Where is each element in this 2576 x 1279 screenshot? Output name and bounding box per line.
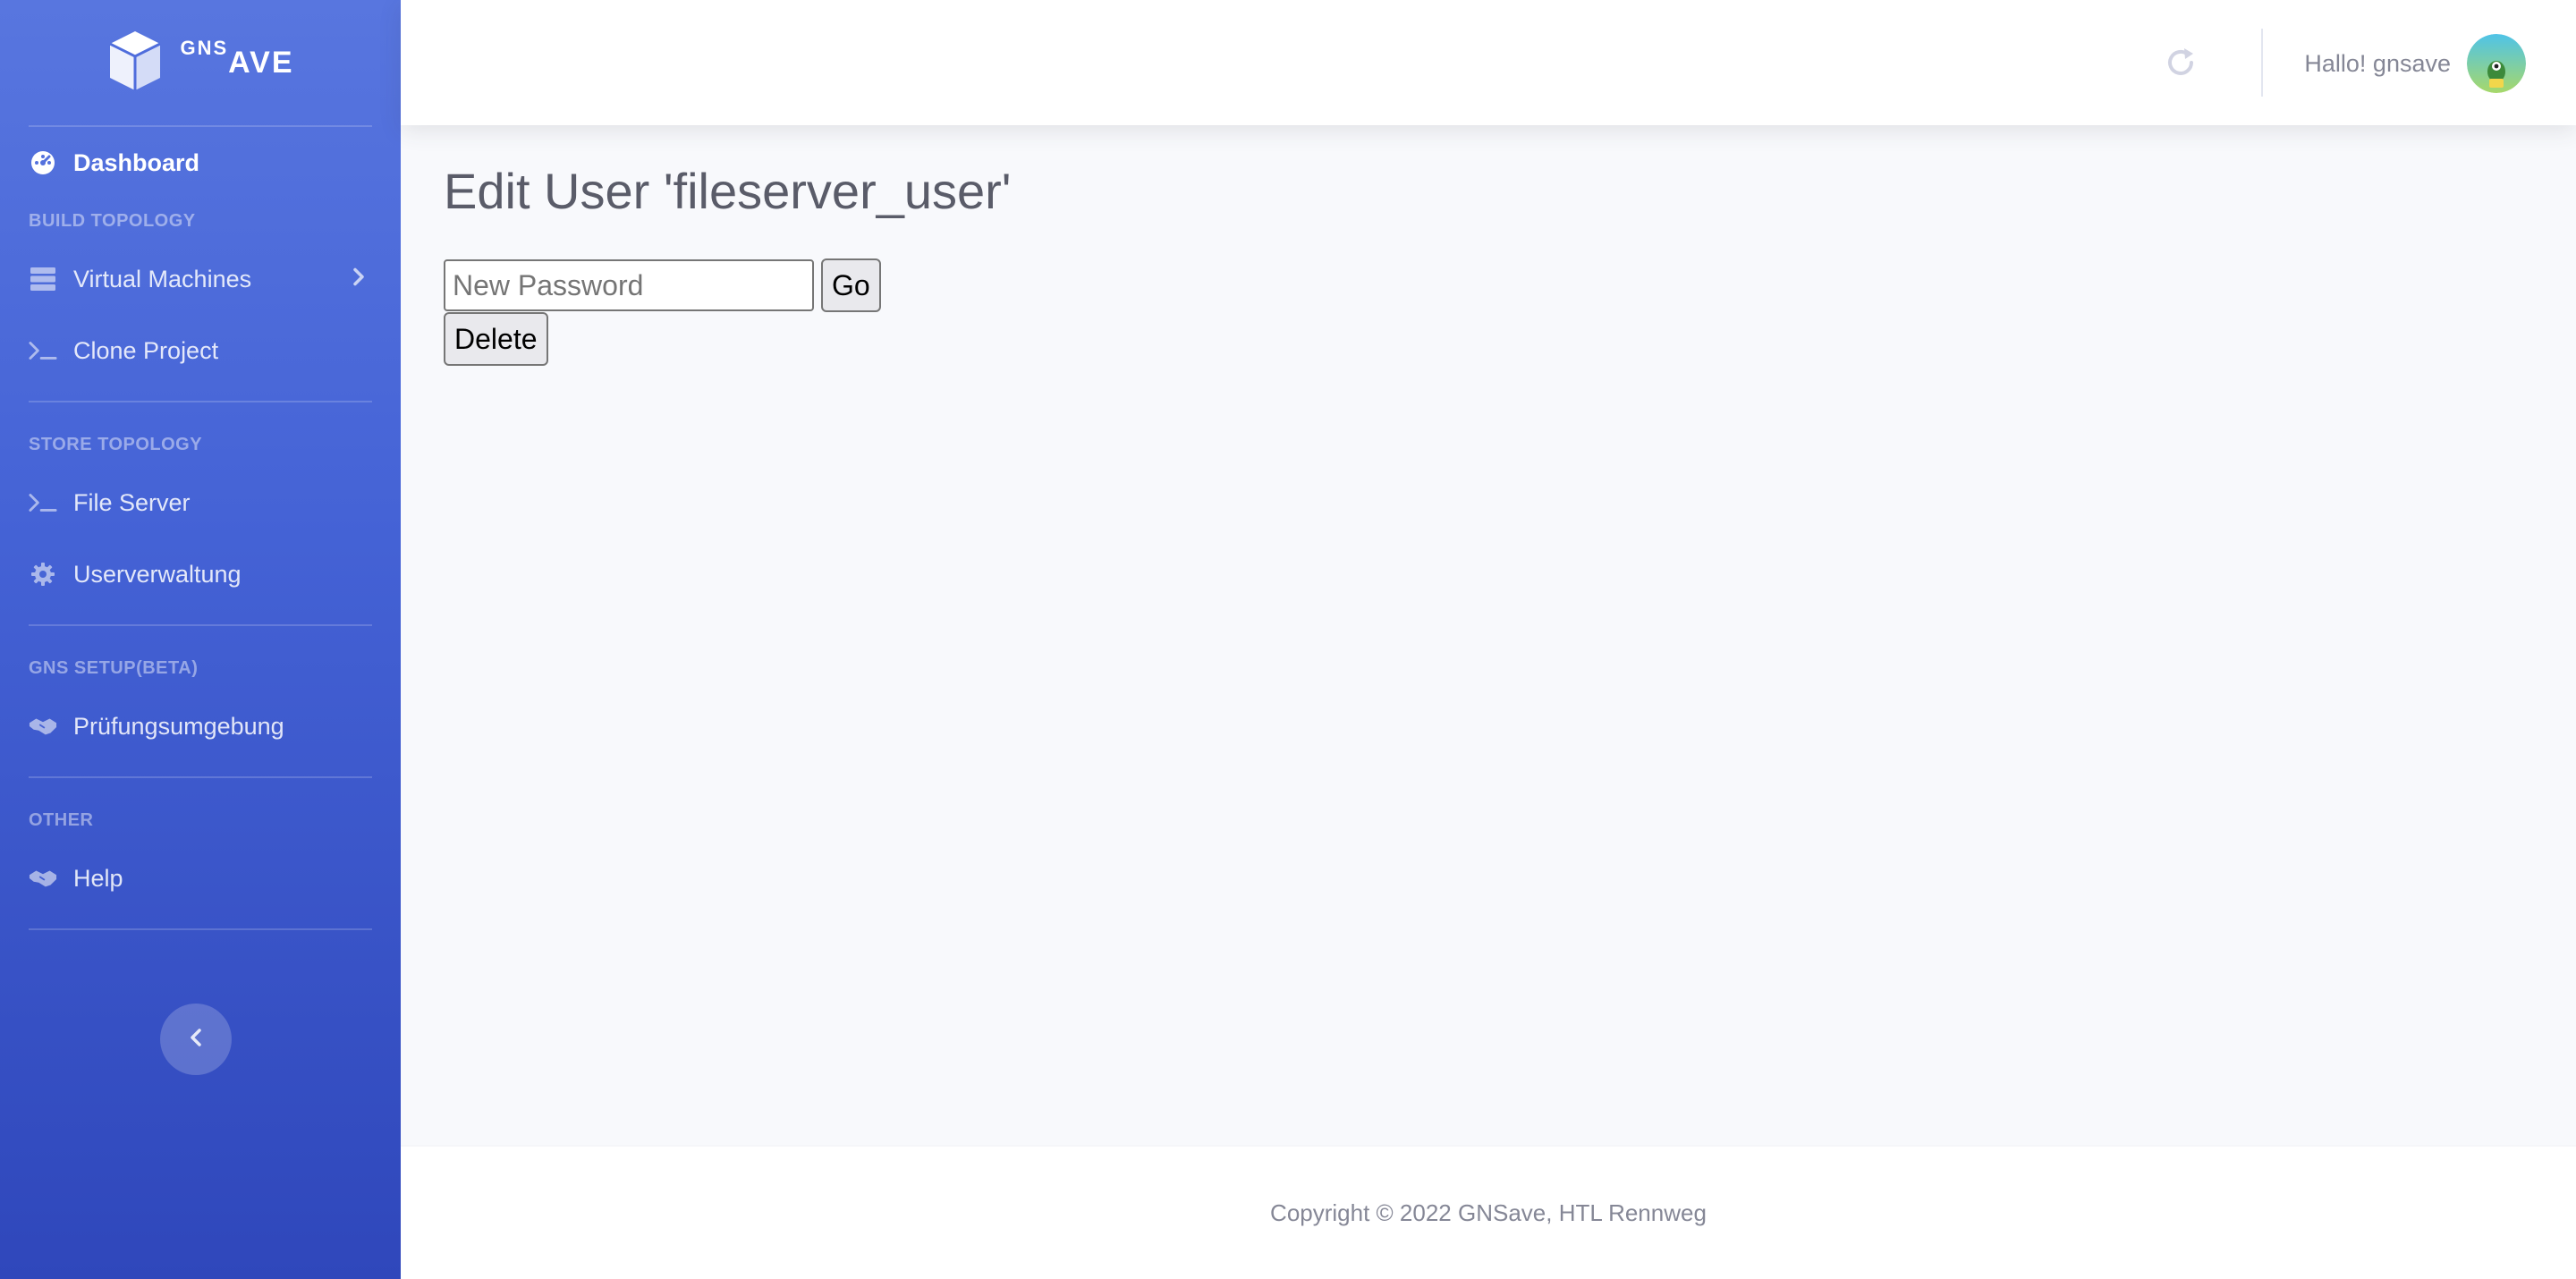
tachometer-icon <box>29 148 57 177</box>
delete-button[interactable]: Delete <box>444 312 548 367</box>
section-heading-store: STORE TOPOLOGY <box>29 434 203 454</box>
copyright-text: Copyright © 2022 GNSave, HTL Rennweg <box>1270 1199 1707 1226</box>
sidebar-item-virtual-machines[interactable]: Virtual Machines <box>0 243 401 315</box>
brand-name: GNS AVE <box>180 36 294 80</box>
page-title: Edit User 'fileserver_user' <box>444 163 1012 219</box>
sidebar-item-label: Help <box>73 864 123 892</box>
sidebar-item-help[interactable]: Help <box>0 843 401 914</box>
delete-form: Delete <box>444 312 1011 367</box>
user-greeting: Hallo! gnsave <box>2304 49 2451 77</box>
sidebar-divider <box>29 928 372 930</box>
terminal-icon <box>29 488 57 517</box>
handshake-icon <box>29 712 57 741</box>
refresh-icon[interactable] <box>2161 43 2200 82</box>
sidebar-divider <box>29 776 372 778</box>
sidebar-divider <box>29 624 372 626</box>
topbar: Hallo! gnsave <box>401 0 2576 125</box>
avatar <box>2467 34 2526 93</box>
section-heading-build: BUILD TOPOLOGY <box>29 210 196 231</box>
password-form: Go <box>444 258 1011 313</box>
handshake-icon <box>29 864 57 893</box>
chevron-right-icon <box>352 266 365 293</box>
sidebar-divider <box>29 401 372 402</box>
new-password-input[interactable] <box>444 259 814 312</box>
topbar-divider <box>2261 29 2263 97</box>
sidebar-item-dashboard[interactable]: Dashboard <box>0 127 401 199</box>
cube-logo-icon <box>106 30 164 97</box>
section-heading-gns-setup: GNS SETUP(BETA) <box>29 657 199 678</box>
sidebar-item-label: Userverwaltung <box>73 560 242 588</box>
go-button[interactable]: Go <box>821 258 881 313</box>
sidebar-item-clone-project[interactable]: Clone Project <box>0 315 401 386</box>
sidebar-item-pruefungsumgebung[interactable]: Prüfungsumgebung <box>0 690 401 762</box>
main-content: Edit User 'fileserver_user' Go Delete <box>444 161 1012 367</box>
gear-icon <box>29 560 57 589</box>
sidebar-item-file-server[interactable]: File Server <box>0 467 401 538</box>
sidebar-toggle-button[interactable] <box>160 1004 232 1075</box>
sidebar-item-label: Dashboard <box>73 148 200 176</box>
terminal-icon <box>29 336 57 365</box>
footer: Copyright © 2022 GNSave, HTL Rennweg <box>401 1147 2576 1279</box>
server-icon <box>29 265 57 293</box>
chevron-left-icon <box>189 1028 203 1052</box>
sidebar-item-label: File Server <box>73 488 191 516</box>
sidebar-item-userverwaltung[interactable]: Userverwaltung <box>0 538 401 610</box>
sidebar-item-label: Clone Project <box>73 336 219 364</box>
sidebar-item-label: Virtual Machines <box>73 265 252 292</box>
brand[interactable]: GNS AVE <box>0 0 401 125</box>
section-heading-other: OTHER <box>29 809 94 830</box>
sidebar-item-label: Prüfungsumgebung <box>73 712 284 740</box>
sidebar: GNS AVE Dashboard BUILD TOPOLOGY Virtual … <box>0 0 401 1279</box>
user-dropdown[interactable]: Hallo! gnsave <box>2304 34 2526 93</box>
